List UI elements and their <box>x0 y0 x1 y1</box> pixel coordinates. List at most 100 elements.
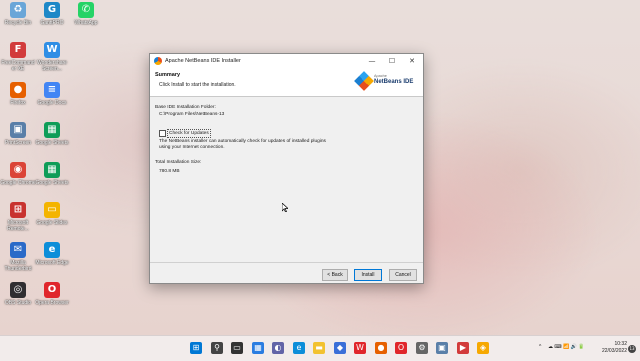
desktop-icon-label: Google Sheets <box>35 140 69 146</box>
step-title: Summary <box>155 72 181 78</box>
edge-icon[interactable]: e <box>293 342 305 354</box>
printscreen-icon[interactable]: ▣ <box>436 342 448 354</box>
desktop-icon-label: FreeCommander XE <box>1 60 35 72</box>
folder-label: Base IDE Installation Folder: <box>155 105 216 110</box>
firefox-icon[interactable]: ● <box>375 342 387 354</box>
recycle-bin-icon: ♻ <box>10 2 26 18</box>
desktop-icon[interactable]: ✆ WhatsApp <box>68 2 104 26</box>
netbeans-logo: Apache NetBeans IDE <box>354 69 415 95</box>
taskbar: ⊞ ⚲ ▭ ▦ ◐ e ▬ ◆ W ● O ⚙ ▣ ▶ ◈ ^ ☁ ⌨ 📶 🔊 🔋 10:32 22/03/… <box>0 335 640 361</box>
desktop-icon-label: Opera Browser <box>35 300 69 306</box>
netbeans-cube-icon <box>354 71 374 91</box>
freecommander-icon: F <box>10 42 26 58</box>
desktop-icon[interactable]: ● Firefox <box>0 82 36 106</box>
desktop-icon[interactable]: ✉ Mozilla Thunderbird <box>0 242 36 272</box>
wizard-footer: < Back Install Cancel <box>150 262 423 284</box>
settings-icon[interactable]: ⚙ <box>416 342 428 354</box>
summary-content: Base IDE Installation Folder: C:\Program… <box>150 97 423 257</box>
check-updates-checkbox[interactable] <box>159 130 166 137</box>
desktop-icon-label: Google Docs <box>37 100 67 106</box>
back-button[interactable]: < Back <box>322 269 348 281</box>
desktop-icon-label: WhatsApp <box>74 20 98 26</box>
desktop-icon[interactable]: ▣ PrintScreen <box>0 122 36 146</box>
tray-icons[interactable]: ☁ ⌨ 📶 🔊 🔋 <box>548 344 584 350</box>
desktop-icon[interactable]: G GanttPRO <box>34 2 70 26</box>
wizard-header: Summary Click Install to start the insta… <box>150 68 423 97</box>
remote-desktop-icon: ⊞ <box>10 202 26 218</box>
chat-icon[interactable]: ◐ <box>272 342 284 354</box>
desktop-icon-label: GanttPRO <box>40 20 64 26</box>
folder-value: C:\Program Files\NetBeans-13 <box>159 112 225 117</box>
desktop-icons: ♻ Recycle Bin F FreeCommander XE ● Firefox ▣ Pr… <box>0 0 98 335</box>
desktop-icon[interactable]: ▦ Google Sheets <box>34 122 70 146</box>
google-sheets-icon: ▦ <box>44 122 60 138</box>
size-value: 780.8 MB <box>159 169 180 174</box>
firefox-icon: ● <box>10 82 26 98</box>
desktop-icon-label: Microsoft Remote... <box>7 220 29 232</box>
close-button[interactable]: ✕ <box>402 54 422 68</box>
clock-time: 10:32 <box>614 341 627 347</box>
opera-icon[interactable]: O <box>395 342 407 354</box>
desktop-icon-label: Mozilla Thunderbird <box>4 260 32 272</box>
chrome-icon: ◉ <box>10 162 26 178</box>
desktop-icon[interactable]: ◉ Google Chrome <box>0 162 36 186</box>
install-button[interactable]: Install <box>354 269 382 281</box>
google-sheets-icon: ▦ <box>44 162 60 178</box>
store-icon[interactable]: ◆ <box>334 342 346 354</box>
step-subtitle: Click Install to start the installation. <box>159 82 236 88</box>
netbeans-app-icon <box>154 57 162 65</box>
windows-start-icon[interactable]: ⊞ <box>190 342 202 354</box>
minimize-button[interactable]: — <box>362 54 382 68</box>
logo-apache-text: Apache <box>374 74 387 78</box>
window-title: Apache NetBeans IDE Installer <box>165 58 241 64</box>
netbeans-icon[interactable]: ◈ <box>477 342 489 354</box>
printscreen-icon: ▣ <box>10 122 26 138</box>
file-explorer-icon[interactable]: ▬ <box>313 342 325 354</box>
thunderbird-icon: ✉ <box>10 242 26 258</box>
desktop-icon-label: Microsoft Edge <box>35 260 69 266</box>
whatsapp-icon: ✆ <box>78 2 94 18</box>
search-icon[interactable]: ⚲ <box>211 342 223 354</box>
desktop-icon[interactable]: ≡ Google Docs <box>34 82 70 106</box>
maximize-button[interactable]: ☐ <box>382 54 402 68</box>
google-slides-icon: ▭ <box>44 202 60 218</box>
ganttpro-icon: G <box>44 2 60 18</box>
desktop-icon-label: Recycle Bin <box>4 20 32 26</box>
update-note-line2: using your Internet connection. <box>159 145 225 150</box>
desktop-icon[interactable]: ▦ Google Sheets <box>34 162 70 186</box>
desktop-icon[interactable]: O Opera Browser <box>34 282 70 306</box>
desktop-icon-label: Google Chrome <box>0 180 36 186</box>
desktop-icon-label: Wondershare Screen... <box>37 60 67 72</box>
title-bar[interactable]: Apache NetBeans IDE Installer — ☐ ✕ <box>150 54 423 68</box>
size-label: Total Installation Size: <box>155 160 202 165</box>
tray-chevron-icon[interactable]: ^ <box>539 344 541 350</box>
check-updates-label[interactable]: Check for Updates <box>167 129 211 138</box>
wondershare-icon: W <box>44 42 60 58</box>
notification-badge[interactable]: 13 <box>628 345 636 353</box>
widgets-icon[interactable]: ▦ <box>252 342 264 354</box>
installer-window: Apache NetBeans IDE Installer — ☐ ✕ Summ… <box>149 53 424 284</box>
desktop-icon-label: OBS Studio <box>4 300 32 306</box>
desktop-icon-label: Google Slides <box>36 220 68 226</box>
desktop-icon[interactable]: ▭ Google Slides <box>34 202 70 226</box>
desktop-icon[interactable]: ◎ OBS Studio <box>0 282 36 306</box>
opera-icon: O <box>44 282 60 298</box>
obs-icon: ◎ <box>10 282 26 298</box>
desktop-icon[interactable]: ⊞ Microsoft Remote... <box>0 202 36 232</box>
desktop-icon[interactable]: F FreeCommander XE <box>0 42 36 72</box>
google-docs-icon: ≡ <box>44 82 60 98</box>
clock[interactable]: 10:32 22/03/2022 <box>597 341 627 355</box>
desktop-icon-label: Google Sheets <box>35 180 69 186</box>
wps-office-icon[interactable]: W <box>354 342 366 354</box>
desktop-icon-label: PrintScreen <box>4 140 32 146</box>
logo-netbeans-text: NetBeans IDE <box>374 79 414 85</box>
desktop-icon[interactable]: e Microsoft Edge <box>34 242 70 266</box>
media-icon[interactable]: ▶ <box>457 342 469 354</box>
task-view-icon[interactable]: ▭ <box>231 342 243 354</box>
cancel-button[interactable]: Cancel <box>389 269 417 281</box>
edge-icon: e <box>44 242 60 258</box>
clock-date: 22/03/2022 <box>601 348 627 354</box>
desktop-icon[interactable]: W Wondershare Screen... <box>34 42 70 72</box>
desktop-icon-label: Firefox <box>10 100 26 106</box>
desktop-icon[interactable]: ♻ Recycle Bin <box>0 2 36 26</box>
